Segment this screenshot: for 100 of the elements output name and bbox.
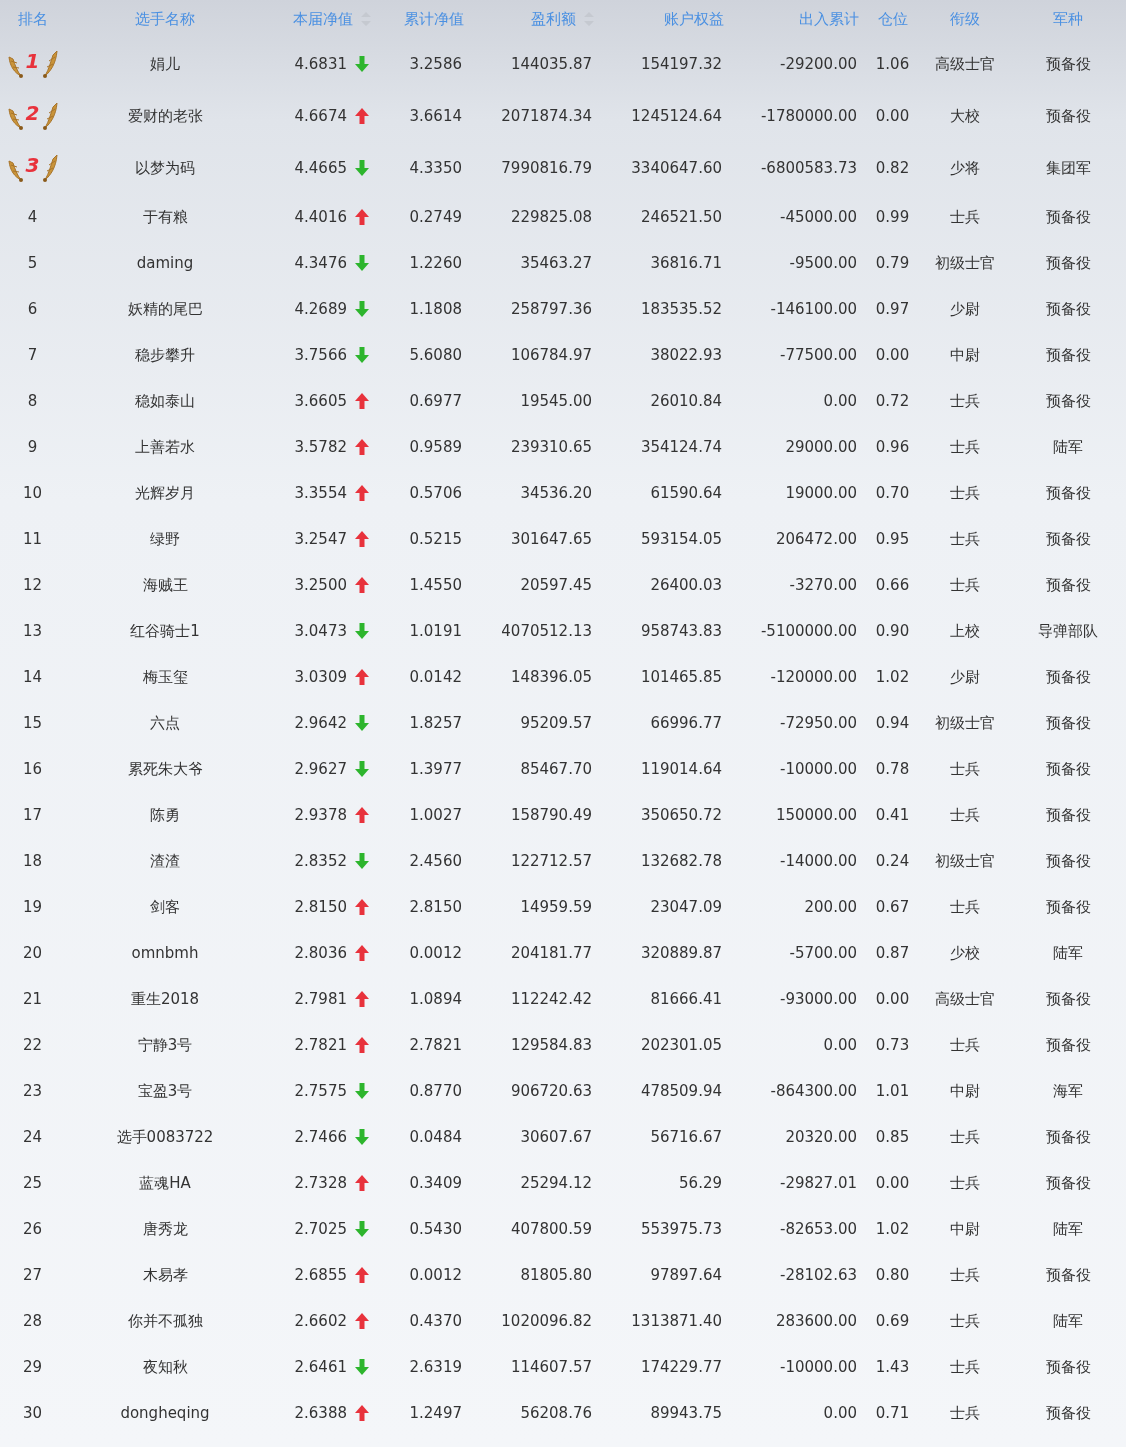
player-name: 光辉岁月 — [135, 483, 195, 503]
table-cell: 预备役 — [1045, 54, 1091, 74]
rank-cell: 22 — [22, 1036, 43, 1054]
table-cell: 预备役 — [1045, 483, 1091, 503]
rank-cell: 5 — [27, 254, 38, 272]
table-cell: 0.99 — [875, 208, 910, 226]
table-cell-text: 0.9589 — [409, 438, 463, 456]
player-name: 你并不孤独 — [127, 1311, 203, 1331]
table-cell: 2.7575 — [294, 1082, 347, 1100]
table-cell: 3.5782 — [294, 438, 347, 456]
table-cell: 预备役 — [1045, 1035, 1091, 1055]
table-cell-text: 1020096.82 — [501, 1312, 593, 1330]
table-cell-text: 106784.97 — [510, 346, 593, 364]
table-cell-text: 23047.09 — [650, 898, 723, 916]
table-cell: 1.43 — [875, 1358, 910, 1376]
table-cell-text: 132682.78 — [640, 852, 723, 870]
rank-cell: 8 — [27, 392, 38, 410]
table-cell-text: 56716.67 — [650, 1128, 723, 1146]
table-cell-text: 0.4370 — [409, 1312, 463, 1330]
column-header: 衔级 — [950, 9, 980, 29]
table-cell: 士兵 — [950, 437, 980, 457]
table-cell: 0.95 — [875, 530, 910, 548]
table-cell: 0.24 — [875, 852, 910, 870]
player-name: 绿野 — [150, 529, 180, 549]
table-cell: 士兵 — [950, 1311, 980, 1331]
rank-number: 1 — [25, 51, 40, 71]
table-cell-text: -93000.00 — [780, 990, 858, 1008]
table-cell: 士兵 — [950, 391, 980, 411]
table-cell-text: 4070512.13 — [501, 622, 593, 640]
player-name: 宁静3号 — [137, 1035, 193, 1055]
table-cell: 2.6388 — [294, 1404, 347, 1422]
table-cell-text: 20320.00 — [785, 1128, 858, 1146]
table-cell-text: 350650.72 — [640, 806, 723, 824]
table-cell-text: 3.2586 — [409, 55, 463, 73]
player-name: daming — [136, 254, 194, 272]
table-cell: 陆军 — [1053, 1219, 1083, 1239]
table-cell-text: -146100.00 — [770, 300, 858, 318]
table-cell: 0.00 — [875, 1174, 910, 1192]
table-cell-text: 30607.67 — [520, 1128, 593, 1146]
rank-cell: 15 — [22, 714, 43, 732]
table-cell-text: 35463.27 — [520, 254, 593, 272]
table-cell-text: 154197.32 — [640, 55, 723, 73]
table-cell-text: 148396.05 — [510, 668, 593, 686]
table-cell: 士兵 — [950, 1265, 980, 1285]
table-cell: 0.70 — [875, 484, 910, 502]
table-cell: 2.6855 — [294, 1266, 347, 1284]
table-cell-text: 0.5430 — [409, 1220, 463, 1238]
table-cell-text: 2.4560 — [409, 852, 463, 870]
table-cell-text: 101465.85 — [640, 668, 723, 686]
table-cell: 预备役 — [1045, 713, 1091, 733]
table-cell-text: 2.8150 — [409, 898, 463, 916]
rank-cell: 25 — [22, 1174, 43, 1192]
rank-cell: 4 — [27, 208, 38, 226]
table-cell-text: 0.00 — [823, 1404, 858, 1422]
table-cell: 0.00 — [875, 346, 910, 364]
table-cell-text: 239310.65 — [510, 438, 593, 456]
rank-cell: 18 — [22, 852, 43, 870]
table-cell: 预备役 — [1045, 1127, 1091, 1147]
table-cell-text: 3340647.60 — [631, 159, 723, 177]
table-cell-text: 5.6080 — [409, 346, 463, 364]
table-cell-text: 407800.59 — [510, 1220, 593, 1238]
rank-cell: 12 — [22, 576, 43, 594]
table-cell: 预备役 — [1045, 575, 1091, 595]
table-cell-text: 29000.00 — [785, 438, 858, 456]
table-cell: 预备役 — [1045, 1173, 1091, 1193]
table-cell-text: 0.3409 — [409, 1174, 463, 1192]
player-name: omnbmh — [131, 944, 199, 962]
rank-cell: 6 — [27, 300, 38, 318]
player-name: 剑客 — [150, 897, 180, 917]
table-cell: 2.7821 — [294, 1036, 347, 1054]
table-cell-text: 85467.70 — [520, 760, 593, 778]
player-name: 六点 — [150, 713, 180, 733]
table-cell: 0.71 — [875, 1404, 910, 1422]
table-cell: 0.94 — [875, 714, 910, 732]
table-cell-text: 122712.57 — [510, 852, 593, 870]
table-cell-text: -72950.00 — [780, 714, 858, 732]
table-cell-text: -10000.00 — [780, 760, 858, 778]
table-cell-text: 1245124.64 — [631, 107, 723, 125]
table-cell: 预备役 — [1045, 851, 1091, 871]
column-header[interactable]: 盈利额 — [531, 9, 576, 29]
table-cell-text: 61590.64 — [650, 484, 723, 502]
table-cell-text: 229825.08 — [510, 208, 593, 226]
table-cell-text: 34536.20 — [520, 484, 593, 502]
rank-number: 3 — [25, 155, 40, 175]
table-cell-text: 202301.05 — [640, 1036, 723, 1054]
table-cell: 中尉 — [950, 345, 980, 365]
column-header[interactable]: 本届净值 — [293, 9, 353, 29]
table-cell: 少将 — [950, 158, 980, 178]
table-cell: 上校 — [950, 621, 980, 641]
rank-cell: 27 — [22, 1266, 43, 1284]
table-cell: 预备役 — [1045, 106, 1091, 126]
player-name: 妖精的尾巴 — [127, 299, 203, 319]
table-cell-text: 66996.77 — [650, 714, 723, 732]
table-cell: 预备役 — [1045, 253, 1091, 273]
table-cell: 士兵 — [950, 575, 980, 595]
player-name: 娟儿 — [150, 54, 180, 74]
table-cell: 士兵 — [950, 759, 980, 779]
table-cell: 4.2689 — [294, 300, 347, 318]
table-cell: 预备役 — [1045, 1357, 1091, 1377]
table-cell-text: 119014.64 — [640, 760, 723, 778]
